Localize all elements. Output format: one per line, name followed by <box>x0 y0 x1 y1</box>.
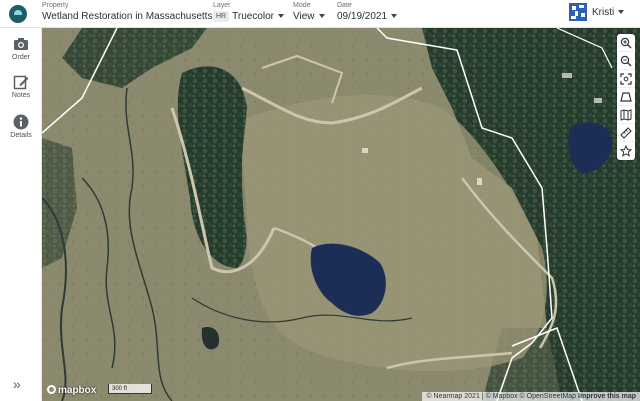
fit-extent-icon <box>620 72 632 85</box>
edit-icon <box>13 75 29 90</box>
chevron-down-icon <box>318 14 325 19</box>
sidebar-item-label: Order <box>12 54 30 61</box>
mapbox-label: mapbox <box>58 385 97 396</box>
user-name: Kristi <box>592 7 615 18</box>
zoom-out-button[interactable] <box>617 52 635 70</box>
mode-value: View <box>293 11 315 22</box>
draw-polygon-button[interactable] <box>617 88 635 106</box>
date-caption: Date <box>337 2 352 9</box>
fit-extent-button[interactable] <box>617 70 635 88</box>
attribution-mapbox[interactable]: © Mapbox <box>486 393 518 400</box>
map-layers-icon <box>620 108 632 121</box>
ruler-icon <box>620 126 632 139</box>
top-bar: Property Wetland Restoration in Massachu… <box>0 0 640 28</box>
property-selector[interactable]: Property Wetland Restoration in Massachu… <box>42 2 223 24</box>
property-value: Wetland Restoration in Massachusetts <box>42 11 213 22</box>
chevron-down-icon <box>278 14 284 19</box>
user-menu[interactable]: Kristi <box>592 7 625 18</box>
zoom-out-icon <box>620 55 632 66</box>
aerial-imagery <box>42 28 640 401</box>
date-value: 09/19/2021 <box>337 11 388 22</box>
date-selector[interactable]: Date 09/19/2021 <box>337 2 398 24</box>
sidebar-item-label: Notes <box>11 92 31 99</box>
chevron-down-icon <box>618 10 625 15</box>
measure-button[interactable] <box>617 124 635 142</box>
mode-caption: Mode <box>293 2 311 9</box>
sidebar: Order Notes Details » <box>0 28 42 401</box>
map-attribution: © Nearmap 2021 | © Mapbox © OpenStreetMa… <box>422 392 640 401</box>
mode-selector[interactable]: Mode View <box>293 2 325 24</box>
zoom-in-button[interactable] <box>617 34 635 52</box>
sidebar-item-label: Details <box>10 132 32 139</box>
mapbox-icon <box>47 385 56 394</box>
property-caption: Property <box>42 2 69 9</box>
chevron-down-icon <box>391 14 398 19</box>
improve-map-link[interactable]: Improve this map <box>578 393 636 400</box>
app-logo[interactable] <box>9 5 27 23</box>
map-layers-button[interactable] <box>617 106 635 124</box>
avatar[interactable] <box>569 3 587 21</box>
polygon-icon <box>620 91 632 102</box>
scale-bar: 300 ft <box>108 384 152 394</box>
sidebar-item-details[interactable]: Details <box>0 114 42 139</box>
hr-badge: HR <box>213 10 230 22</box>
star-icon <box>620 145 632 157</box>
map-canvas[interactable]: mapbox 300 ft © Nearmap 2021 | © Mapbox … <box>42 28 640 401</box>
layer-selector[interactable]: Layer HR Truecolor <box>213 2 284 24</box>
scale-label: 300 ft <box>112 386 128 392</box>
expand-sidebar-button[interactable]: » <box>13 376 21 392</box>
camera-icon <box>14 38 28 50</box>
mapbox-logo[interactable]: mapbox <box>47 385 96 396</box>
info-icon <box>13 114 29 130</box>
zoom-in-icon <box>620 37 632 48</box>
attribution-nearmap[interactable]: © Nearmap 2021 <box>426 393 479 400</box>
layer-value: Truecolor <box>232 11 274 22</box>
layer-caption: Layer <box>213 2 231 9</box>
sidebar-item-order[interactable]: Order <box>0 36 42 61</box>
sidebar-item-notes[interactable]: Notes <box>0 74 42 99</box>
map-toolbar <box>617 34 635 160</box>
attribution-osm[interactable]: © OpenStreetMap <box>520 393 577 400</box>
favorite-button[interactable] <box>617 142 635 160</box>
